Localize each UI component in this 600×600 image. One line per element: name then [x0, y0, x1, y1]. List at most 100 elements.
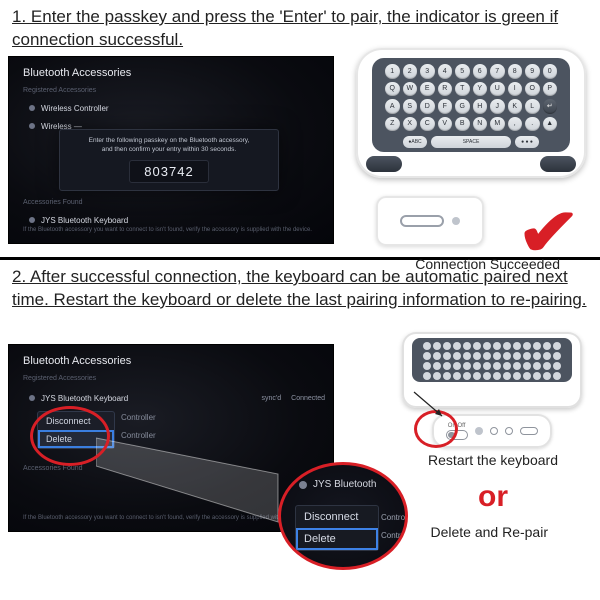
- menu-side-label-1: Controller: [121, 413, 156, 422]
- key-0: 0: [543, 64, 558, 79]
- key-Y: Y: [473, 82, 488, 97]
- step-2-section: 2. After successful connection, the keyb…: [0, 260, 600, 552]
- mini-key: [533, 352, 541, 360]
- mini-key: [433, 362, 441, 370]
- mini-key: [463, 362, 471, 370]
- audio-jack-icon: [505, 427, 513, 435]
- space-key: SPACE: [431, 136, 511, 148]
- mini-key: [423, 352, 431, 360]
- menu-side-label-2: Controller: [121, 431, 156, 440]
- fn-key-right: ● ● ●: [515, 136, 539, 148]
- mini-key: [523, 352, 531, 360]
- status-connected: Connected: [291, 395, 325, 402]
- zoom-item-disconnect[interactable]: Disconnect: [296, 506, 378, 528]
- category-registered: Registered Accessories: [23, 87, 96, 94]
- zoom-side-labels: Contro Contro: [381, 509, 405, 544]
- mini-key: [543, 352, 551, 360]
- key-I: I: [508, 82, 523, 97]
- mini-key: [553, 342, 561, 350]
- step-1-heading: 1. Enter the passkey and press the 'Ente…: [0, 0, 600, 54]
- mini-key: [443, 362, 451, 370]
- mini-key: [423, 342, 431, 350]
- key-B: B: [455, 117, 470, 132]
- zoom-device-header: JYS Bluetooth: [299, 479, 376, 490]
- mini-key: [543, 342, 551, 350]
- mini-key: [453, 362, 461, 370]
- mini-key: [433, 372, 441, 380]
- key-L: L: [525, 99, 540, 114]
- zoom-context-menu: Disconnect Delete: [295, 505, 379, 551]
- key-P: P: [543, 82, 558, 97]
- fn-key-left: ●ABC: [403, 136, 427, 148]
- device-icon: [299, 481, 307, 489]
- mini-key: [483, 362, 491, 370]
- arrow-to-switch: [410, 388, 450, 422]
- key-A: A: [385, 99, 400, 114]
- mini-key: [443, 352, 451, 360]
- key-T: T: [455, 82, 470, 97]
- passkey-message: Enter the following passkey on the Bluet…: [89, 137, 250, 154]
- mini-key: [553, 352, 561, 360]
- console-footnote: If the Bluetooth accessory you want to c…: [23, 515, 312, 521]
- status-syncd: sync'd: [262, 395, 282, 402]
- device-row-controller: Wireless Controller: [29, 99, 319, 117]
- device-row-keyboard: JYS Bluetooth Keyboard sync'd Connected: [29, 389, 325, 407]
- key-V: V: [438, 117, 453, 132]
- mini-key: [473, 342, 481, 350]
- callout-circle-source: [30, 406, 110, 466]
- device-name: JYS Bluetooth Keyboard: [41, 394, 128, 403]
- key-C: C: [420, 117, 435, 132]
- mini-key: [533, 342, 541, 350]
- key-,: ,: [508, 117, 523, 132]
- key-6: 6: [473, 64, 488, 79]
- key-4: 4: [438, 64, 453, 79]
- mini-key: [503, 352, 511, 360]
- mini-key: [523, 362, 531, 370]
- key-M: M: [490, 117, 505, 132]
- mini-key: [513, 352, 521, 360]
- mini-key: [533, 372, 541, 380]
- key-Z: Z: [385, 117, 400, 132]
- category-registered: Registered Accessories: [23, 375, 96, 382]
- category-found: Accessories Found: [23, 199, 83, 206]
- zoom-item-delete[interactable]: Delete: [296, 528, 378, 550]
- category-found: Accessories Found: [23, 465, 83, 472]
- key-W: W: [403, 82, 418, 97]
- key-S: S: [403, 99, 418, 114]
- key-O: O: [525, 82, 540, 97]
- mini-key: [473, 362, 481, 370]
- key-G: G: [455, 99, 470, 114]
- mini-key: [523, 372, 531, 380]
- console-title: Bluetooth Accessories: [23, 355, 131, 367]
- passkey-code: 803742: [129, 160, 208, 183]
- mini-key: [493, 352, 501, 360]
- device-icon: [29, 105, 35, 111]
- mini-key: [453, 372, 461, 380]
- step-1-section: 1. Enter the passkey and press the 'Ente…: [0, 0, 600, 260]
- mini-key: [453, 352, 461, 360]
- mini-key: [483, 372, 491, 380]
- device-icon: [29, 123, 35, 129]
- mini-key: [513, 362, 521, 370]
- key-F: F: [438, 99, 453, 114]
- mini-key: [463, 372, 471, 380]
- caption-restart: Restart the keyboard: [428, 452, 558, 468]
- key-3: 3: [420, 64, 435, 79]
- mini-key: [533, 362, 541, 370]
- key-7: 7: [490, 64, 505, 79]
- led-indicator-icon: [452, 217, 460, 225]
- key-E: E: [420, 82, 435, 97]
- mini-key: [453, 342, 461, 350]
- key-X: X: [403, 117, 418, 132]
- usb-port-icon: [400, 215, 444, 227]
- zoom-callout: JYS Bluetooth Disconnect Delete Contro C…: [278, 462, 408, 570]
- device-name: JYS Bluetooth Keyboard: [41, 216, 128, 225]
- key-R: R: [438, 82, 453, 97]
- mini-key: [493, 362, 501, 370]
- mini-key: [503, 372, 511, 380]
- key-N: N: [473, 117, 488, 132]
- passkey-modal: Enter the following passkey on the Bluet…: [59, 129, 279, 191]
- mini-key: [483, 352, 491, 360]
- key-U: U: [490, 82, 505, 97]
- mini-key: [503, 342, 511, 350]
